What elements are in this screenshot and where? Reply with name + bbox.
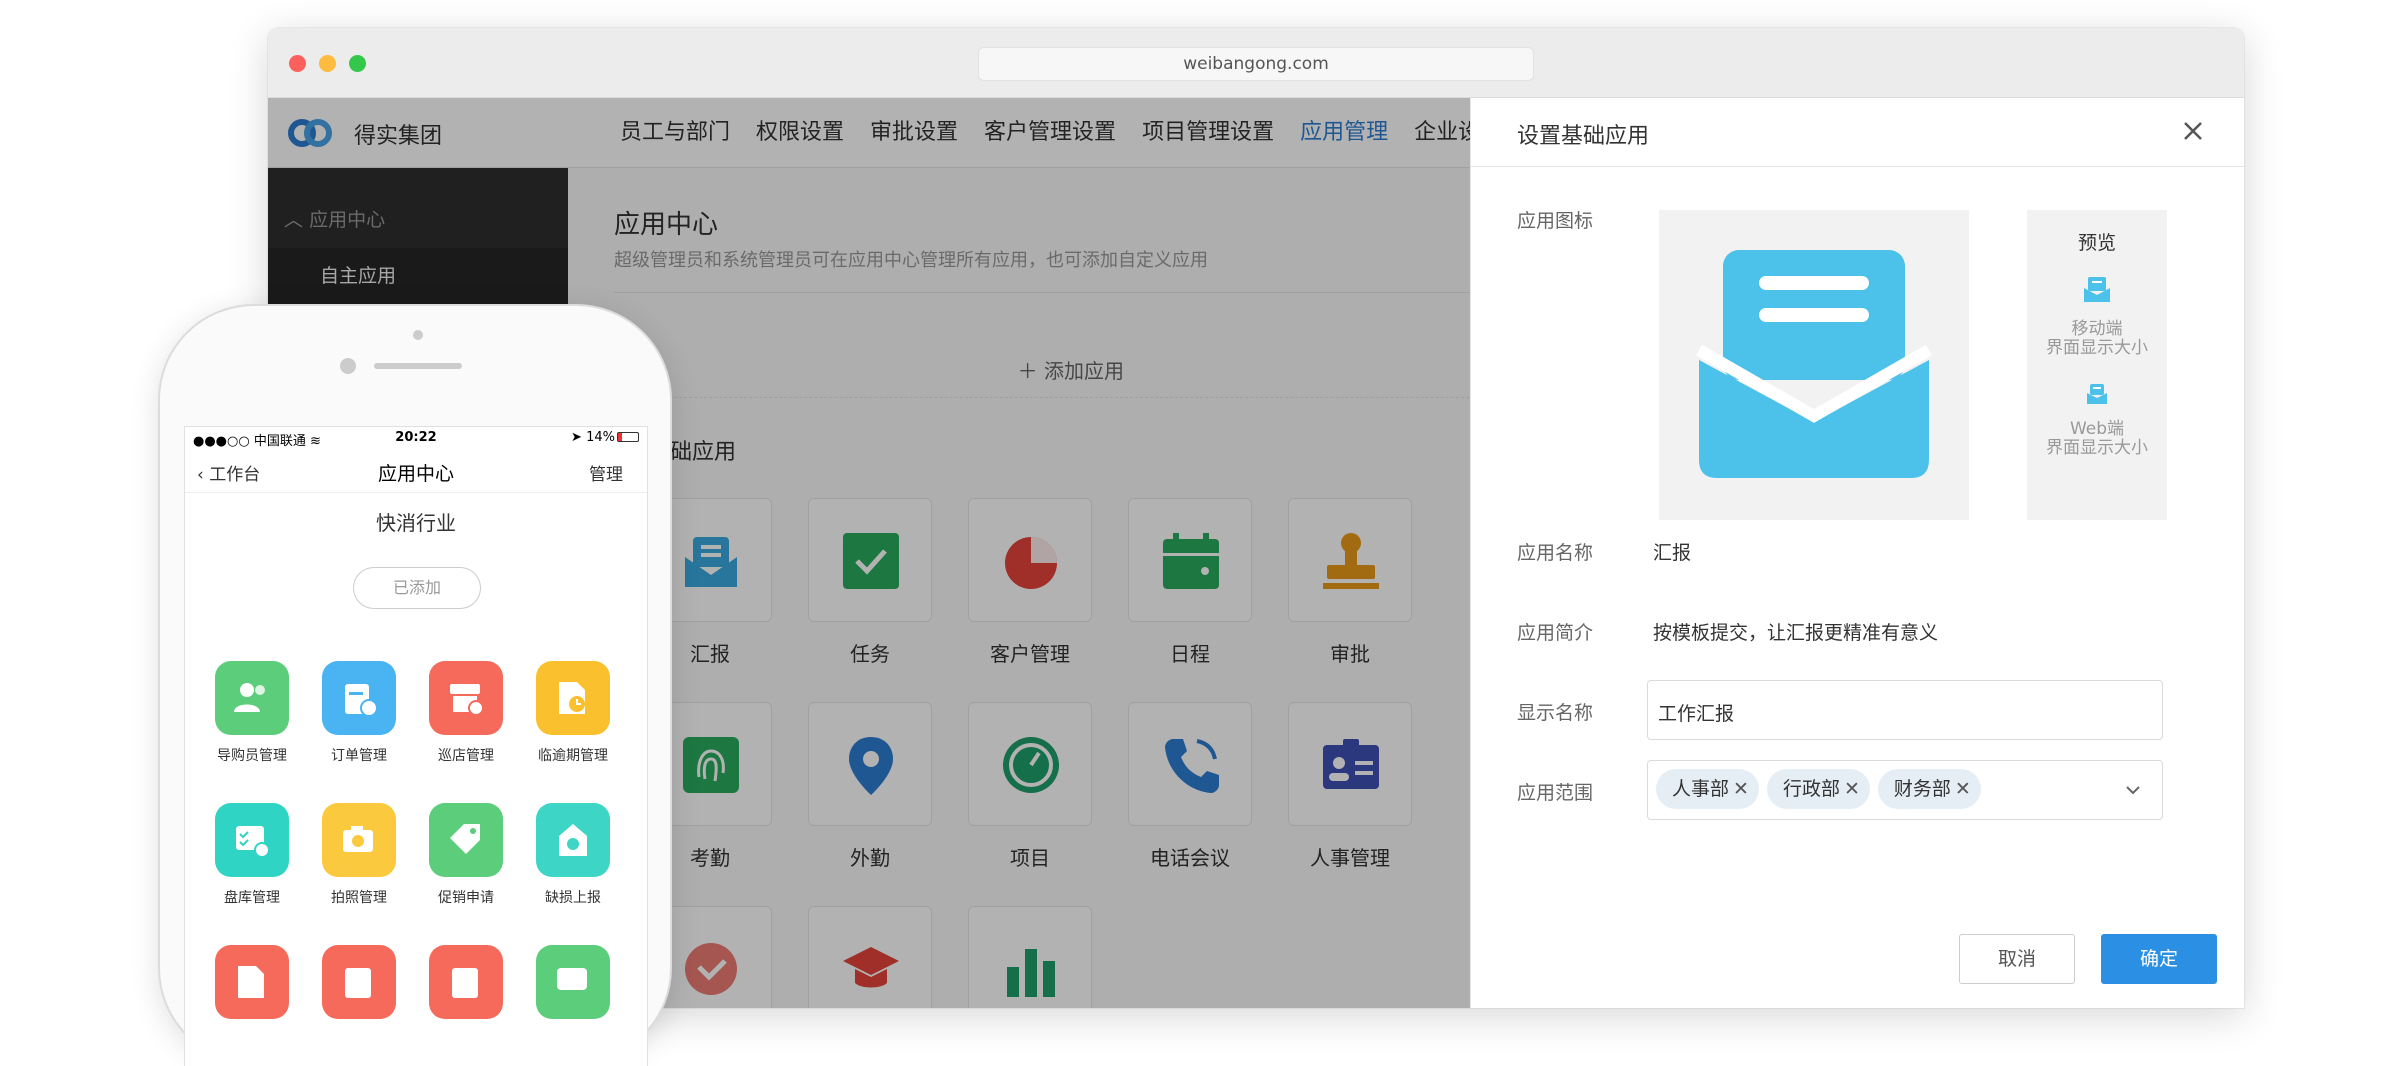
manage-button[interactable]: 管理 [589, 460, 623, 485]
preview-web-label: Web端 [2069, 419, 2125, 439]
preview-title: 预览 [2077, 232, 2116, 254]
phone-app-clipboard[interactable] [309, 945, 409, 1019]
phone-app-label: 缺损上报 [545, 890, 601, 906]
report-icon-large [1696, 250, 1932, 478]
inventory-icon [236, 826, 270, 858]
phone-app-guide-management[interactable]: 导购员管理 [202, 661, 302, 765]
address-bar[interactable]: weibangong.com [978, 47, 1534, 81]
chevron-down-icon[interactable] [2124, 781, 2142, 799]
shop-icon [450, 684, 484, 716]
location-arrow-icon: ➤ [571, 430, 582, 445]
report-icon-web-preview [2087, 384, 2107, 404]
phone-app-store-patrol[interactable]: 巡店管理 [416, 661, 516, 765]
phone-app-promotion[interactable]: 促销申请 [416, 803, 516, 907]
industry-title: 快消行业 [376, 511, 456, 535]
scope-chip: 人事部 ✕ [1656, 769, 1759, 809]
scope-chip-list: 人事部 ✕ 行政部 ✕ 财务部 ✕ [1656, 769, 1989, 809]
phone-app-clipboard-list[interactable] [416, 945, 516, 1019]
phone-navbar: ‹ 工作台 应用中心 管理 [185, 447, 647, 493]
display-name-label: 显示名称 [1517, 702, 1594, 724]
expiry-icon [559, 682, 585, 714]
phone-page-title: 应用中心 [377, 463, 454, 485]
scope-chip: 财务部 ✕ [1877, 769, 1981, 809]
phone-app-order-management[interactable]: 订单管理 [309, 661, 409, 765]
icon-preview: 预览 移动端 界面显示大小 Web端 界面显示大小 [2027, 210, 2167, 520]
phone-app-label: 盘库管理 [224, 890, 280, 906]
phone-app-damage-report[interactable]: 缺损上报 [523, 803, 623, 907]
scope-chip-label: 人事部 [1672, 778, 1730, 800]
added-button[interactable]: 已添加 [353, 567, 481, 609]
app-scope-select[interactable]: 人事部 ✕ 行政部 ✕ 财务部 ✕ [1647, 760, 2163, 820]
app-icon-upload[interactable] [1659, 210, 1969, 520]
phone-screen: ●●●○○ 中国联通 ≋ 20:22 ➤ 14% ‹ 工作台 应用中心 管理 快… [184, 426, 648, 1066]
order-icon [345, 684, 378, 717]
people-icon [234, 683, 265, 712]
camera-icon [343, 826, 373, 852]
phone-app-label: 巡店管理 [438, 748, 494, 764]
maximize-window-button[interactable] [349, 55, 366, 72]
report-icon-mobile-preview [2084, 277, 2110, 302]
tag-icon [450, 824, 480, 854]
remove-chip-icon[interactable]: ✕ [1733, 778, 1749, 800]
phone-status-bar: ●●●○○ 中国联通 ≋ 20:22 ➤ 14% [185, 427, 647, 449]
doc-plus-icon [238, 966, 264, 998]
display-name-value: 工作汇报 [1658, 703, 1735, 725]
scope-chip-label: 行政部 [1782, 778, 1840, 800]
phone-camera [340, 358, 356, 374]
clipboard-icon [345, 968, 371, 998]
remove-chip-icon[interactable]: ✕ [1955, 778, 1971, 800]
cancel-button[interactable]: 取消 [1959, 934, 2075, 984]
battery-percent: ➤ 14% [571, 430, 615, 445]
phone-app-chat[interactable] [523, 945, 623, 1019]
phone-app-label: 导购员管理 [217, 748, 287, 764]
phone-app-inventory[interactable]: 盘库管理 [202, 803, 302, 907]
phone-app-expiry-management[interactable]: 临逾期管理 [523, 661, 623, 765]
preview-mobile-size-label: 界面显示大小 [2046, 338, 2148, 358]
panel-title: 设置基础应用 [1517, 124, 1650, 149]
app-icon-label: 应用图标 [1517, 210, 1594, 232]
app-name-value: 汇报 [1653, 542, 1692, 564]
panel-divider [1471, 166, 2244, 167]
preview-web-size-label: 界面显示大小 [2046, 438, 2148, 458]
battery-text: 14% [586, 430, 615, 445]
clipboard-list-icon [452, 968, 478, 998]
close-icon[interactable] [2178, 116, 2208, 146]
phone-sensor [413, 330, 423, 340]
damage-icon [559, 824, 587, 856]
phone-app-label: 拍照管理 [331, 890, 387, 906]
minimize-window-button[interactable] [319, 55, 336, 72]
app-intro-label: 应用简介 [1517, 622, 1594, 644]
phone-app-label: 临逾期管理 [538, 748, 608, 764]
phone-app-doc-plus[interactable] [202, 945, 302, 1019]
browser-titlebar: weibangong.com [268, 28, 2244, 98]
phone-app-label: 促销申请 [438, 890, 494, 906]
app-scope-label: 应用范围 [1517, 782, 1594, 804]
close-window-button[interactable] [289, 55, 306, 72]
battery-icon [617, 432, 639, 442]
phone-app-photo[interactable]: 拍照管理 [309, 803, 409, 907]
scope-chip: 行政部 ✕ [1766, 769, 1870, 809]
scope-chip-label: 财务部 [1893, 778, 1951, 800]
confirm-button[interactable]: 确定 [2101, 934, 2217, 984]
remove-chip-icon[interactable]: ✕ [1844, 778, 1860, 800]
phone-speaker [374, 363, 462, 369]
preview-mobile-label: 移动端 [2071, 319, 2123, 339]
display-name-input[interactable]: 工作汇报 [1647, 680, 2163, 740]
app-intro-value: 按模板提交，让汇报更精准有意义 [1653, 622, 1939, 644]
phone-mockup: ●●●○○ 中国联通 ≋ 20:22 ➤ 14% ‹ 工作台 应用中心 管理 快… [158, 304, 672, 1066]
phone-app-label: 订单管理 [331, 748, 387, 764]
app-name-label: 应用名称 [1517, 542, 1594, 564]
settings-panel: 设置基础应用 应用图标 预览 移动端 界面显示大小 Web端 界面显示大小 应用… [1470, 98, 2244, 1008]
chat-icon [557, 968, 587, 990]
